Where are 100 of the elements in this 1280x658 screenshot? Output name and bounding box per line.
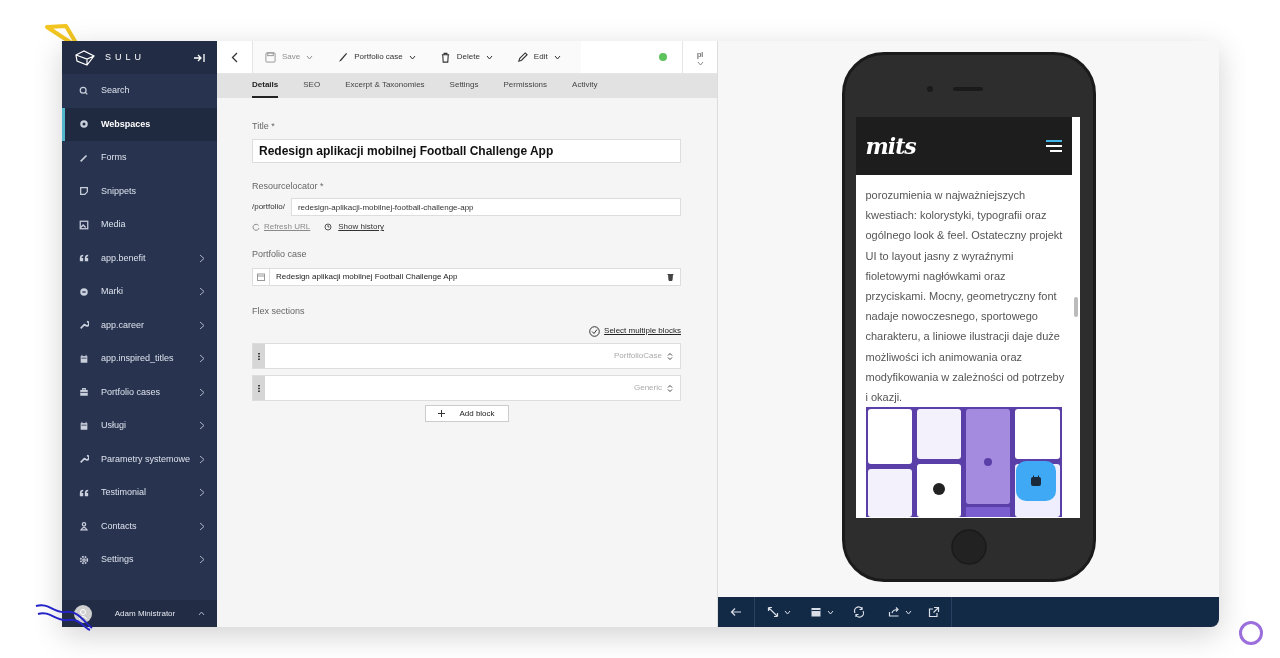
chevron-right-icon [199, 287, 205, 297]
tab[interactable]: Details [252, 74, 279, 98]
drag-handle-icon [258, 384, 260, 392]
caret-icon [485, 54, 493, 60]
item-label: Marki [101, 285, 124, 298]
user-name: Adam Ministrator [113, 607, 177, 620]
back-arrow-icon [730, 606, 742, 618]
item-label: Usługi [101, 419, 127, 432]
sidebar-item[interactable]: Settings [62, 543, 217, 577]
external-link-icon [928, 606, 940, 618]
sidebar-item[interactable]: Parametry systemowe [62, 442, 217, 476]
caret-icon [553, 54, 561, 60]
sidebar-item[interactable]: Search [62, 74, 217, 108]
chevron-right-icon [199, 555, 205, 565]
select-multiple-link[interactable]: Select multiple blocks [604, 325, 681, 337]
calendar-icon [257, 272, 265, 281]
ring-doodle [1238, 620, 1264, 646]
save-icon [265, 51, 276, 63]
portfolio-case-field[interactable]: Redesign aplikacji mobilnej Football Challenge App [252, 267, 681, 286]
item-label: Testimonial [101, 486, 148, 499]
collapse-icon[interactable] [193, 52, 205, 63]
article-paragraph: porozumienia w najważniejszych kwestiach: kolorystyki, typografii oraz ogólnego look & feel. Ostateczny projekt UI to layout jasny z wyraźnymi fioletowymi nagłówkami oraz przyciskami. Mocny, geometryczny font nadaje nowoczesnego, sportowego charakteru, a liniowe ilustracji daje duże możliwości ich animowania oraz modyfikowania w zależności od potrzeby i okazji. [864, 188, 1066, 406]
chevron-right-icon [199, 354, 205, 364]
chevron-right-icon [199, 521, 205, 531]
pencil-icon [516, 51, 528, 63]
trash-icon [439, 51, 451, 63]
field-label: Resourcelocator * [252, 179, 325, 193]
external-link-button[interactable] [928, 597, 952, 627]
add-block-button[interactable]: Add block [424, 405, 509, 422]
sidebar-item[interactable]: app.career [62, 308, 217, 342]
chevron-up-icon[interactable] [198, 611, 205, 616]
chevron-right-icon [199, 253, 205, 263]
sidebar-item[interactable]: app.benefit [62, 241, 217, 275]
selected-item: Redesign aplikacji mobilnej Football Challenge App [275, 270, 459, 283]
drag-handle-icon [258, 352, 260, 360]
tab[interactable]: Activity [572, 74, 598, 98]
item-label: Settings [101, 553, 135, 566]
person-icon [79, 521, 89, 532]
toolbar-button[interactable]: Delete [439, 51, 493, 63]
sidebar-item[interactable]: Webspaces [62, 107, 217, 141]
quote-icon [79, 487, 89, 498]
calendar-icon [810, 606, 822, 618]
block-type: PortfolioCase [612, 350, 663, 362]
search-icon [79, 85, 89, 96]
calendar-fab[interactable] [1015, 461, 1056, 501]
sidebar-item[interactable]: app.inspired_titles [62, 342, 217, 376]
item-label: Search [101, 84, 131, 97]
caret-icon [408, 54, 416, 60]
item-label: Forms [101, 151, 128, 164]
field-label: Portfolio case [252, 248, 308, 261]
title-input[interactable]: Redesign aplikacji mobilnej Football Challenge App [252, 138, 681, 163]
tab[interactable]: Excerpt & Taxonomies [345, 74, 425, 98]
note-icon [79, 186, 89, 197]
scrollbar-thumb [1073, 297, 1078, 317]
url-prefix: /portfolio/ [252, 201, 285, 213]
sort-icon [667, 351, 673, 361]
image-icon [79, 219, 89, 230]
url-input[interactable]: redesign-aplikacji-mobilnej-football-challenge-app [290, 198, 681, 216]
chevron-right-icon [199, 421, 205, 431]
sidebar-item[interactable]: Testimonial [62, 476, 217, 510]
item-label: Snippets [101, 184, 138, 198]
block-type: Generic [633, 382, 663, 394]
caret-icon [905, 609, 912, 615]
brush-icon [337, 51, 349, 63]
chevron-right-icon [199, 387, 205, 397]
share-icon [888, 606, 900, 618]
locale-select[interactable]: pl [682, 41, 717, 73]
sidebar-item[interactable]: Media [62, 208, 217, 242]
item-label: Webspaces [101, 117, 152, 131]
sidebar-item[interactable]: Marki [62, 275, 217, 309]
item-label: app.career [101, 318, 146, 332]
settings-icon [79, 554, 89, 565]
item-label: Media [101, 218, 127, 231]
calendar-icon [79, 420, 89, 431]
caret-icon [784, 609, 791, 615]
menu-icon[interactable] [1045, 140, 1062, 152]
item-label: app.inspired_titles [101, 352, 175, 365]
item-label: Portfolio cases [101, 385, 162, 399]
plus-icon [438, 410, 446, 417]
toolbar-button[interactable]: Edit [516, 51, 561, 63]
item-label: Parametry systemowe [101, 452, 192, 466]
back-icon[interactable] [231, 51, 238, 63]
tab[interactable]: Settings [449, 74, 479, 98]
sidebar-item[interactable]: Contacts [62, 509, 217, 543]
sidebar-item[interactable]: Forms [62, 141, 217, 175]
chevron-right-icon [199, 454, 205, 464]
history-icon [324, 223, 333, 231]
chevron-right-icon [199, 488, 205, 498]
sidebar-item[interactable]: Portfolio cases [62, 375, 217, 409]
tab[interactable]: Permissions [503, 74, 548, 98]
sidebar-item[interactable]: Usługi [62, 409, 217, 443]
chevron-right-icon [199, 320, 205, 330]
refresh-icon [853, 606, 865, 618]
trash-icon[interactable] [667, 272, 674, 281]
sidebar-item[interactable]: Snippets [62, 174, 217, 208]
show-history-link[interactable]: Show history [338, 221, 385, 233]
toolbar-button[interactable]: Portfolio case [337, 51, 416, 63]
calendar-icon [79, 353, 89, 364]
tab[interactable]: SEO [303, 74, 321, 98]
check-circle-icon [589, 325, 601, 337]
